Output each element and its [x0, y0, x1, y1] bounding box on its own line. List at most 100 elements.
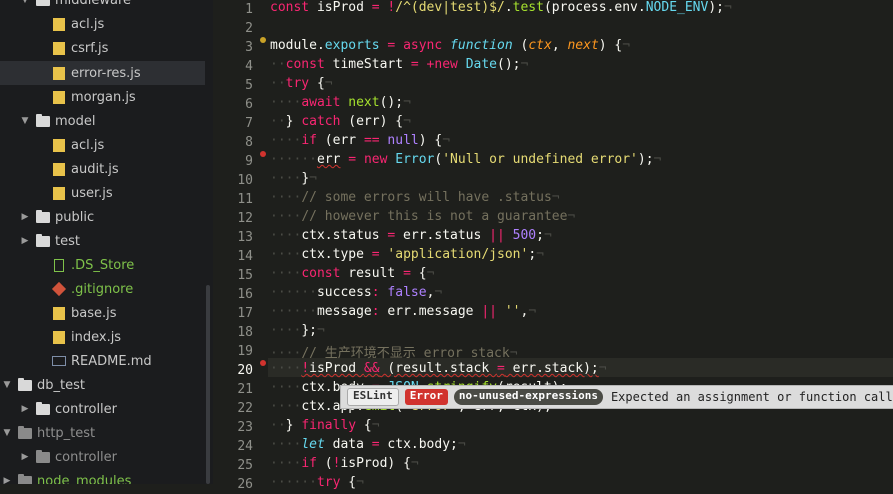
line-number: 13 — [237, 230, 253, 245]
tree-item--gitignore[interactable]: .gitignore — [0, 277, 205, 301]
tree-item-model[interactable]: ▼ model — [0, 109, 205, 133]
tree-item-label: http_test — [37, 425, 96, 441]
folder-icon — [36, 113, 50, 128]
markdown-icon — [52, 354, 66, 368]
tree-item-label: controller — [55, 449, 118, 465]
tree-item-index-js[interactable]: index.js — [0, 325, 205, 349]
line-number: 10 — [237, 173, 253, 188]
error-marker-icon — [260, 360, 266, 366]
js-file-icon — [52, 330, 66, 344]
tree-item-label: audit.js — [71, 161, 119, 177]
code-line-8[interactable]: ····if (err == null) {¬ — [270, 133, 450, 152]
code-line-10[interactable]: ····}¬ — [270, 171, 317, 190]
tree-item-user-js[interactable]: user.js — [0, 181, 205, 205]
tree-item-csrf-js[interactable]: csrf.js — [0, 36, 205, 60]
error-marker-icon — [260, 151, 266, 157]
tree-item-error-res-js[interactable]: error-res.js — [0, 61, 205, 85]
line-number: 24 — [237, 439, 253, 454]
code-line-25[interactable]: ····if (!isProd) {¬ — [270, 456, 419, 475]
tree-item-label: .DS_Store — [71, 257, 135, 273]
tree-item-db-test[interactable]: ▼ db_test — [0, 373, 205, 397]
tree-item-label: db_test — [37, 377, 85, 393]
code-line-20[interactable]: ····!isProd && (result.stack = err.stack… — [270, 361, 607, 380]
tree-item-morgan-js[interactable]: morgan.js — [0, 85, 205, 109]
rule-badge[interactable]: no-unused-expressions — [453, 389, 603, 405]
code-line-3[interactable]: module.exports = async function (ctx, ne… — [270, 38, 630, 57]
line-number: 5 — [245, 78, 253, 93]
line-number: 19 — [237, 344, 253, 359]
line-number: 17 — [237, 306, 253, 321]
line-number: 12 — [237, 211, 253, 226]
code-line-12[interactable]: ····// however this is not a guarantee¬ — [270, 209, 575, 228]
code-line-26[interactable]: ······try {¬ — [270, 475, 364, 494]
tree-item-label: base.js — [71, 305, 117, 321]
code-line-19[interactable]: ····// 生产环境不显示 error stack¬ — [270, 342, 518, 361]
code-line-18[interactable]: ····};¬ — [270, 323, 325, 342]
tree-item-label: acl.js — [71, 16, 105, 32]
code-line-4[interactable]: ··const timeStart = +new Date();¬ — [270, 57, 528, 76]
tree-item-label: public — [55, 209, 95, 225]
chevron-right-icon[interactable]: ▶ — [20, 404, 30, 414]
chevron-down-icon[interactable]: ▼ — [20, 116, 30, 126]
code-line-11[interactable]: ····// some errors will have .status¬ — [270, 190, 560, 209]
line-number: 15 — [237, 268, 253, 283]
lint-message: Expected an assignment or function call … — [610, 390, 893, 404]
severity-badge: Error — [404, 389, 448, 405]
line-number: 11 — [237, 192, 253, 207]
file-tree-sidebar: ▼ middleware acl.js csrf.js error-res.js morg… — [0, 0, 213, 484]
code-line-13[interactable]: ····ctx.status = err.status || 500;¬ — [270, 228, 552, 247]
code-line-7[interactable]: ··} catch (err) {¬ — [270, 114, 411, 133]
code-line-15[interactable]: ····const result = {¬ — [270, 266, 434, 285]
tree-item-label: .gitignore — [71, 281, 134, 297]
code-line-17[interactable]: ······message: err.message || '',¬ — [270, 304, 536, 323]
code-line-16[interactable]: ······success: false,¬ — [270, 285, 442, 304]
line-number: 26 — [237, 477, 253, 492]
code-line-9[interactable]: ······err = new Error('Null or undefined… — [270, 152, 661, 171]
code-line-6[interactable]: ····await next();¬ — [270, 95, 411, 114]
line-number: 2 — [245, 21, 253, 36]
folder-icon — [18, 425, 32, 440]
tree-item--ds-store[interactable]: .DS_Store — [0, 253, 205, 277]
tree-item-node-modules[interactable]: ▶ node_modules — [0, 469, 205, 484]
line-number: 8 — [245, 135, 253, 150]
js-file-icon — [52, 306, 66, 320]
tree-item-test[interactable]: ▶ test — [0, 229, 205, 253]
tree-item-controller[interactable]: ▶ controller — [0, 397, 205, 421]
chevron-down-icon[interactable]: ▼ — [2, 428, 12, 438]
tree-item-label: middleware — [55, 0, 132, 8]
tree-item-base-js[interactable]: base.js — [0, 301, 205, 325]
tree-item-http-test[interactable]: ▼ http_test — [0, 421, 205, 445]
code-line-14[interactable]: ····ctx.type = 'application/json';¬ — [270, 247, 544, 266]
line-number: 4 — [245, 59, 253, 74]
chevron-right-icon[interactable]: ▶ — [20, 452, 30, 462]
line-number: 14 — [237, 249, 253, 264]
tree-item-acl-js[interactable]: acl.js — [0, 133, 205, 157]
chevron-right-icon[interactable]: ▶ — [20, 212, 30, 222]
tree-item-public[interactable]: ▶ public — [0, 205, 205, 229]
code-line-5[interactable]: ··try {¬ — [270, 76, 333, 95]
code-line-1[interactable]: const isProd = !/^(dev|test)$/.test(proc… — [270, 0, 732, 19]
code-line-24[interactable]: ····let data = ctx.body;¬ — [270, 437, 466, 456]
line-number-gutter: 1 2 3 4 5 6 7 8 9 10 11 12 13 14 15 16 17 18 19 20 21 22 23 24 2… — [213, 0, 268, 492]
chevron-down-icon[interactable]: ▼ — [20, 0, 30, 5]
lint-error-tooltip: ESLint Error no-unused-expressions Expec… — [340, 385, 893, 409]
folder-icon — [18, 473, 32, 484]
chevron-right-icon[interactable]: ▶ — [2, 476, 12, 484]
line-number: 21 — [237, 382, 253, 397]
chevron-down-icon[interactable]: ▼ — [2, 380, 12, 390]
tree-item-label: csrf.js — [71, 40, 109, 56]
linter-badge: ESLint — [347, 388, 399, 406]
sidebar-scrollbar[interactable] — [206, 285, 210, 484]
tree-item-controller[interactable]: ▶ controller — [0, 445, 205, 469]
tree-item-readme-md[interactable]: README.md — [0, 349, 205, 373]
tree-item-label: user.js — [71, 185, 113, 201]
chevron-right-icon[interactable]: ▶ — [20, 236, 30, 246]
tree-item-middleware[interactable]: ▼ middleware — [0, 0, 205, 12]
git-icon — [51, 281, 67, 297]
tree-item-acl-js[interactable]: acl.js — [0, 12, 205, 36]
code-line-23[interactable]: ··} finally {¬ — [270, 418, 380, 437]
tree-item-audit-js[interactable]: audit.js — [0, 157, 205, 181]
tree-item-label: acl.js — [71, 137, 105, 153]
tree-item-label: README.md — [71, 353, 152, 369]
tree-item-label: index.js — [71, 329, 122, 345]
